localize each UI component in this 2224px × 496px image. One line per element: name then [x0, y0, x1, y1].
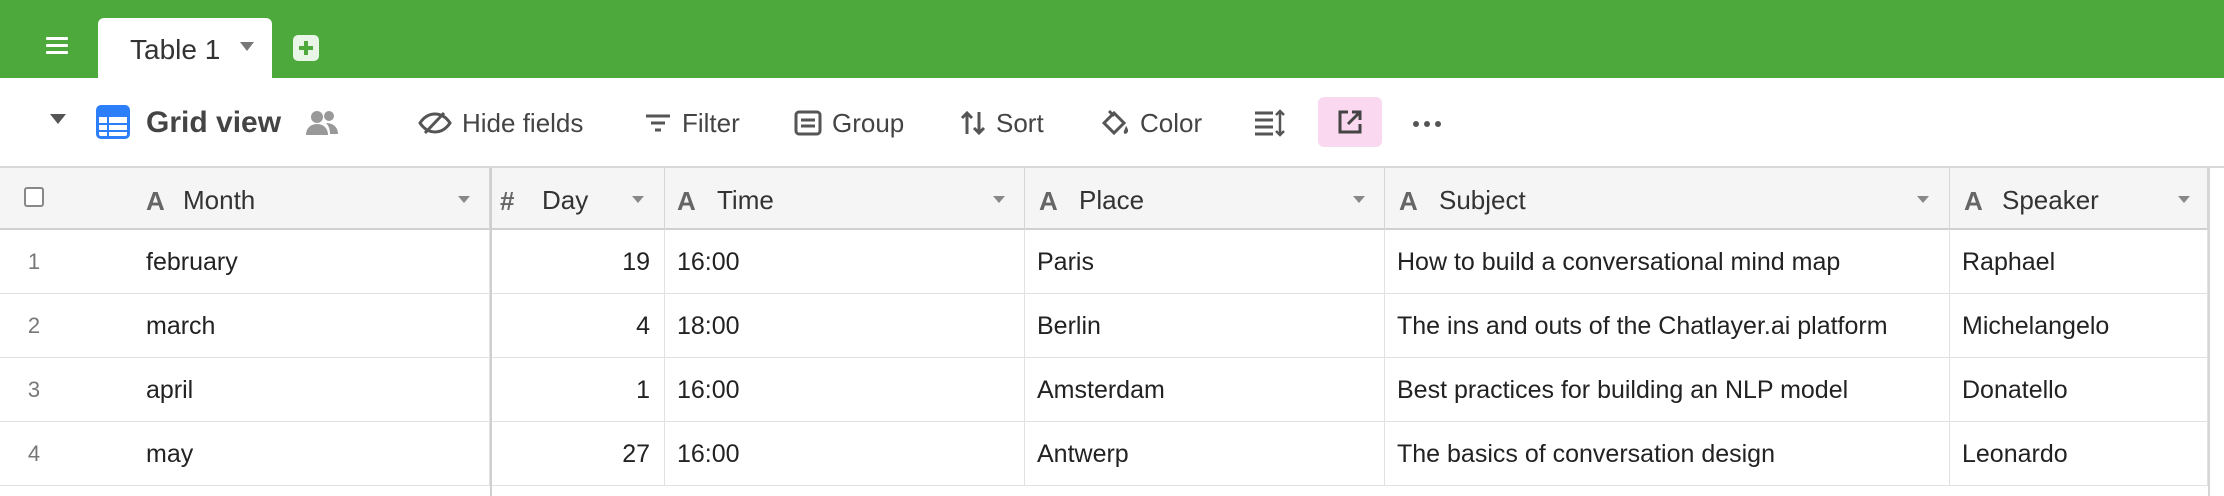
- cell-time[interactable]: 18:00: [665, 294, 1025, 358]
- hide-fields-label: Hide fields: [462, 107, 584, 138]
- tab-table-1[interactable]: Table 1: [98, 18, 272, 78]
- row-number: 4: [27, 441, 41, 466]
- people-icon[interactable]: [304, 108, 340, 138]
- table-row[interactable]: 2 march 4 18:00 Berlin The ins and outs …: [0, 294, 2210, 358]
- cell-day[interactable]: 4: [492, 294, 665, 358]
- chevron-down-icon[interactable]: [240, 42, 254, 51]
- cell-day[interactable]: 1: [492, 358, 665, 422]
- cell-time[interactable]: 16:00: [665, 230, 1025, 294]
- cell-speaker[interactable]: Donatello: [1950, 358, 2208, 422]
- share-view-icon: [1338, 110, 1362, 134]
- text-field-icon: A: [677, 186, 696, 216]
- sort-icon: [960, 110, 986, 136]
- table-row[interactable]: 1 february 19 16:00 Paris How to build a…: [0, 230, 2210, 294]
- share-view-button[interactable]: [1318, 97, 1382, 147]
- filter-button[interactable]: Filter: [644, 78, 740, 168]
- column-label: Month: [183, 185, 256, 215]
- view-name[interactable]: Grid view: [146, 106, 281, 140]
- header-row: A Month # Day A Time A Place A Subject A…: [0, 168, 2210, 230]
- color-button[interactable]: Color: [1100, 78, 1202, 168]
- cell-month[interactable]: march: [134, 294, 490, 358]
- column-label: Speaker: [2002, 185, 2099, 215]
- row-number: 1: [27, 249, 41, 274]
- column-header-speaker[interactable]: A Speaker: [1950, 168, 2208, 230]
- view-toolbar: Grid view Hide fields Filter Group Sort …: [0, 78, 2224, 168]
- cell-speaker[interactable]: Leonardo: [1950, 422, 2208, 486]
- row-number: 2: [27, 313, 41, 338]
- sort-button[interactable]: Sort: [960, 78, 1044, 168]
- column-header-subject[interactable]: A Subject: [1385, 168, 1950, 230]
- row-height-icon[interactable]: [1254, 109, 1286, 137]
- eye-slash-icon: [418, 111, 452, 135]
- cell-month[interactable]: may: [134, 422, 490, 486]
- chevron-down-icon[interactable]: [993, 196, 1005, 203]
- column-header-place[interactable]: A Place: [1025, 168, 1385, 230]
- group-label: Group: [832, 107, 905, 138]
- cell-subject[interactable]: The basics of conversation design: [1385, 422, 1950, 486]
- filter-icon: [646, 114, 670, 132]
- tab-label: Table 1: [130, 34, 221, 65]
- column-label: Day: [542, 185, 589, 215]
- text-field-icon: A: [146, 186, 165, 216]
- column-label: Subject: [1439, 185, 1526, 215]
- menu-icon[interactable]: [40, 34, 76, 60]
- views-toggle-icon[interactable]: [50, 114, 66, 124]
- cell-month[interactable]: february: [134, 230, 490, 294]
- chevron-down-icon[interactable]: [1353, 196, 1365, 203]
- cell-subject[interactable]: How to build a conversational mind map: [1385, 230, 1950, 294]
- column-label: Place: [1079, 185, 1145, 215]
- chevron-down-icon[interactable]: [2178, 196, 2190, 203]
- more-icon[interactable]: [1413, 121, 1441, 127]
- cell-time[interactable]: 16:00: [665, 358, 1025, 422]
- group-icon: [794, 110, 822, 136]
- text-field-icon: A: [1964, 186, 1983, 216]
- filter-label: Filter: [682, 107, 740, 138]
- add-table-icon[interactable]: [293, 35, 319, 61]
- cell-subject[interactable]: Best practices for building an NLP model: [1385, 358, 1950, 422]
- cell-time[interactable]: 16:00: [665, 422, 1025, 486]
- top-bar: Table 1: [0, 0, 2224, 78]
- cell-day[interactable]: 19: [492, 230, 665, 294]
- grid-right-edge: [2208, 168, 2210, 496]
- primary-column-divider[interactable]: [490, 168, 492, 496]
- cell-month[interactable]: april: [134, 358, 490, 422]
- column-header-month[interactable]: A Month: [0, 168, 490, 230]
- column-header-time[interactable]: A Time: [665, 168, 1025, 230]
- chevron-down-icon[interactable]: [632, 196, 644, 203]
- group-button[interactable]: Group: [794, 78, 904, 168]
- cell-speaker[interactable]: Raphael: [1950, 230, 2208, 294]
- cell-place[interactable]: Paris: [1025, 230, 1385, 294]
- cell-speaker[interactable]: Michelangelo: [1950, 294, 2208, 358]
- column-header-day[interactable]: # Day: [492, 168, 665, 230]
- sort-label: Sort: [996, 107, 1044, 138]
- cell-place[interactable]: Antwerp: [1025, 422, 1385, 486]
- cell-place[interactable]: Berlin: [1025, 294, 1385, 358]
- select-all-checkbox[interactable]: [24, 187, 44, 207]
- row-number: 3: [27, 377, 41, 402]
- cell-place[interactable]: Amsterdam: [1025, 358, 1385, 422]
- chevron-down-icon[interactable]: [458, 196, 470, 203]
- column-label: Time: [717, 185, 774, 215]
- paint-bucket-icon: [1101, 109, 1129, 136]
- chevron-down-icon[interactable]: [1917, 196, 1929, 203]
- table-row[interactable]: 4 may 27 16:00 Antwerp The basics of con…: [0, 422, 2210, 486]
- table-row[interactable]: 3 april 1 16:00 Amsterdam Best practices…: [0, 358, 2210, 422]
- number-field-icon: #: [500, 186, 515, 216]
- grid-view-icon: [96, 105, 130, 139]
- cell-subject[interactable]: The ins and outs of the Chatlayer.ai pla…: [1385, 294, 1950, 358]
- cell-day[interactable]: 27: [492, 422, 665, 486]
- text-field-icon: A: [1399, 186, 1418, 216]
- color-label: Color: [1140, 107, 1203, 138]
- text-field-icon: A: [1039, 186, 1058, 216]
- hide-fields-button[interactable]: Hide fields: [418, 78, 583, 168]
